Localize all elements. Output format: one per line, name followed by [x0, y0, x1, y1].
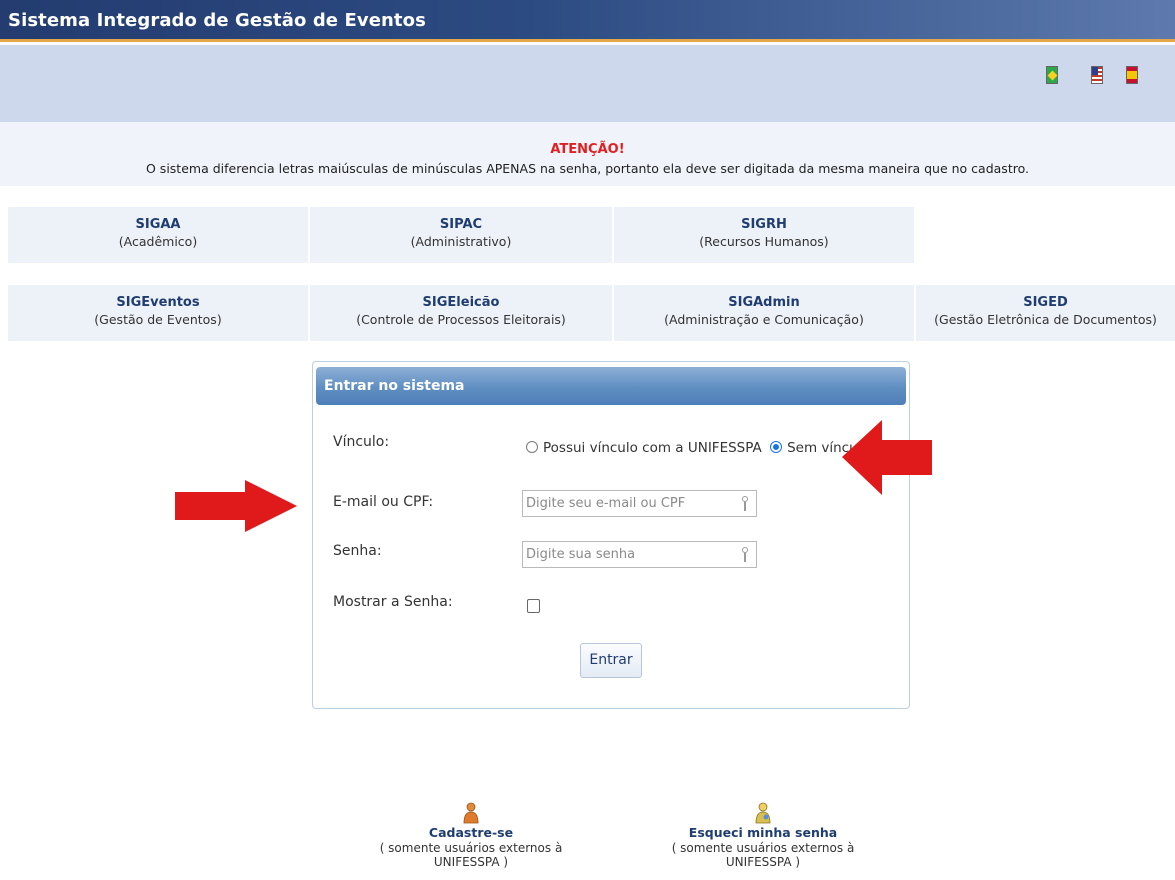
login-panel-title: Entrar no sistema [316, 367, 906, 405]
system-link-sipac[interactable]: SIPAC (Administrativo) [310, 207, 612, 263]
attention-message: O sistema diferencia letras maiúsculas d… [146, 161, 1029, 176]
app-title: Sistema Integrado de Gestão de Eventos [8, 10, 426, 31]
user-icon [463, 802, 479, 824]
top-header-bar: Sistema Integrado de Gestão de Eventos [0, 0, 1175, 42]
system-name: SIGAdmin [728, 295, 800, 310]
system-link-siged[interactable]: SIGED (Gestão Eletrônica de Documentos) [916, 285, 1175, 341]
system-desc: (Gestão de Eventos) [94, 312, 222, 327]
system-name: SIGEleicão [422, 295, 500, 310]
system-desc: (Acadêmico) [118, 234, 198, 249]
forgot-password-link-subtitle: ( somente usuários externos à UNIFESSPA … [671, 841, 855, 869]
system-desc: (Recursos Humanos) [699, 234, 829, 249]
password-label: Senha: [333, 543, 382, 559]
attention-notice: ATENÇÃO! O sistema diferencia letras mai… [0, 122, 1175, 186]
forgot-password-link[interactable]: Esqueci minha senha ( somente usuários e… [665, 802, 861, 869]
radio-possui-vinculo[interactable] [526, 441, 538, 453]
show-password-checkbox[interactable] [527, 599, 540, 613]
system-name: SIGAA [135, 217, 181, 232]
password-field[interactable] [523, 542, 728, 567]
language-bar [0, 45, 1175, 122]
attention-title: ATENÇÃO! [550, 142, 625, 157]
radio-sem-vinculo[interactable] [770, 441, 783, 453]
email-field-wrapper [522, 490, 757, 517]
register-link-title[interactable]: Cadastre-se [375, 825, 567, 840]
systems-row-2: SIGEventos (Gestão de Eventos) SIGEleicã… [0, 285, 1175, 341]
register-link-subtitle: ( somente usuários externos à UNIFESSPA … [379, 841, 563, 869]
key-icon [742, 547, 748, 562]
system-desc: (Controle de Processos Eleitorais) [356, 312, 566, 327]
system-desc: (Administração e Comunicação) [664, 312, 864, 327]
red-arrow-right-icon [175, 480, 297, 532]
email-label: E-mail ou CPF: [333, 494, 434, 510]
brazil-flag-icon[interactable] [1046, 66, 1058, 84]
systems-row-1: SIGAA (Acadêmico) SIPAC (Administrativo)… [0, 207, 1175, 263]
login-panel: Entrar no sistema Vínculo: Possui víncul… [312, 361, 910, 709]
login-submit-button[interactable]: Entrar [580, 643, 642, 678]
system-link-sigaa[interactable]: SIGAA (Acadêmico) [8, 207, 308, 263]
system-name: SIGEventos [116, 295, 200, 310]
vinculo-label: Vínculo: [333, 434, 390, 450]
system-link-sigeventos[interactable]: SIGEventos (Gestão de Eventos) [8, 285, 308, 341]
system-name: SIGRH [741, 217, 787, 232]
forgot-password-link-title[interactable]: Esqueci minha senha [665, 825, 861, 840]
system-name: SIPAC [439, 217, 483, 232]
system-link-sigeleicao[interactable]: SIGEleicão (Controle de Processos Eleito… [310, 285, 612, 341]
show-password-label: Mostrar a Senha: [333, 594, 453, 610]
system-link-sigadmin[interactable]: SIGAdmin (Administração e Comunicação) [614, 285, 914, 341]
system-name: SIGED [1023, 295, 1068, 310]
system-desc: (Administrativo) [410, 234, 512, 249]
radio-possui-vinculo-label[interactable]: Possui vínculo com a UNIFESSPA [543, 440, 762, 456]
red-arrow-left-icon [842, 420, 932, 495]
vinculo-radio-group: Possui vínculo com a UNIFESSPA Sem víncu… [526, 440, 874, 456]
system-link-sigrh[interactable]: SIGRH (Recursos Humanos) [614, 207, 914, 263]
spain-flag-icon[interactable] [1126, 66, 1138, 84]
key-icon [742, 496, 748, 511]
system-desc: (Gestão Eletrônica de Documentos) [934, 312, 1157, 327]
register-link[interactable]: Cadastre-se ( somente usuários externos … [375, 802, 567, 869]
password-field-wrapper [522, 541, 757, 568]
us-flag-icon[interactable] [1091, 66, 1103, 84]
user-key-icon [755, 802, 771, 824]
email-field[interactable] [523, 491, 728, 516]
